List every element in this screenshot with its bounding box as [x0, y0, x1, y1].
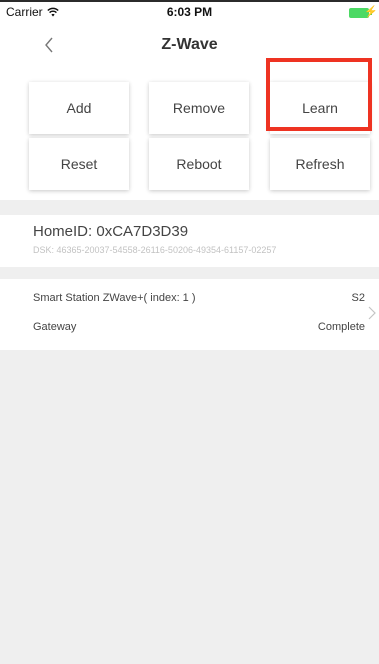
clock: 6:03 PM: [166, 5, 213, 19]
reset-button[interactable]: Reset: [29, 138, 129, 190]
device-type: Gateway: [33, 321, 77, 333]
action-buttons-panel: Add Remove Learn Reset Reboot Refresh: [0, 68, 379, 200]
remove-button[interactable]: Remove: [149, 82, 249, 134]
home-id: HomeID: 0xCA7D3D39: [33, 223, 189, 240]
device-name: Smart Station ZWave+( index: 1 ): [33, 292, 196, 304]
device-security-level: S2: [351, 292, 365, 304]
refresh-button[interactable]: Refresh: [270, 138, 370, 190]
chevron-right-icon: [368, 306, 376, 320]
status-bar: Carrier 6:03 PM ⚡: [0, 0, 379, 22]
page-title: Z-Wave: [161, 36, 218, 53]
battery-icon: ⚡: [349, 6, 378, 18]
charging-bolt-icon: ⚡: [364, 6, 378, 18]
device-row[interactable]: Smart Station ZWave+( index: 1 ) S2 Gate…: [0, 279, 379, 350]
learn-button[interactable]: Learn: [270, 82, 370, 134]
add-button[interactable]: Add: [29, 82, 129, 134]
navigation-bar: Z-Wave: [0, 22, 379, 68]
reboot-button[interactable]: Reboot: [149, 138, 249, 190]
dsk-value: DSK: 46365-20037-54558-26116-50206-49354…: [33, 245, 277, 255]
device-status: Complete: [317, 321, 365, 333]
home-info-section: HomeID: 0xCA7D3D39 DSK: 46365-20037-5455…: [0, 215, 379, 267]
